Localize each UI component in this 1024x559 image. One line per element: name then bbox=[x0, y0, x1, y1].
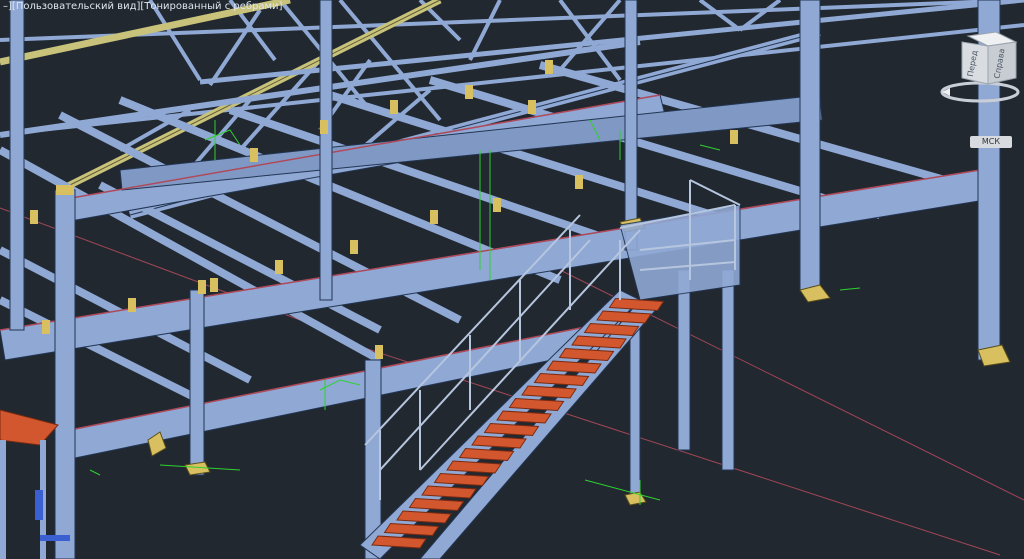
steel-structure-scene[interactable] bbox=[0, 0, 1024, 559]
view-name-control[interactable]: Пользовательский вид bbox=[16, 1, 137, 12]
visual-style-control[interactable]: Тонированный с ребрами bbox=[144, 1, 278, 12]
viewcube[interactable]: Перед Справа bbox=[938, 28, 1020, 104]
model-viewport[interactable]: –][Пользовательский вид][Тонированный с … bbox=[0, 0, 1024, 559]
viewport-menu-control[interactable]: –][ bbox=[3, 1, 16, 12]
viewport-controls-label: –][Пользовательский вид][Тонированный с … bbox=[0, 0, 285, 14]
label-close-bracket: ] bbox=[278, 1, 283, 12]
viewcube-compass-ring[interactable] bbox=[940, 81, 1020, 103]
landing-platform bbox=[619, 179, 741, 301]
ucs-menu-button[interactable]: МСК bbox=[970, 136, 1012, 148]
